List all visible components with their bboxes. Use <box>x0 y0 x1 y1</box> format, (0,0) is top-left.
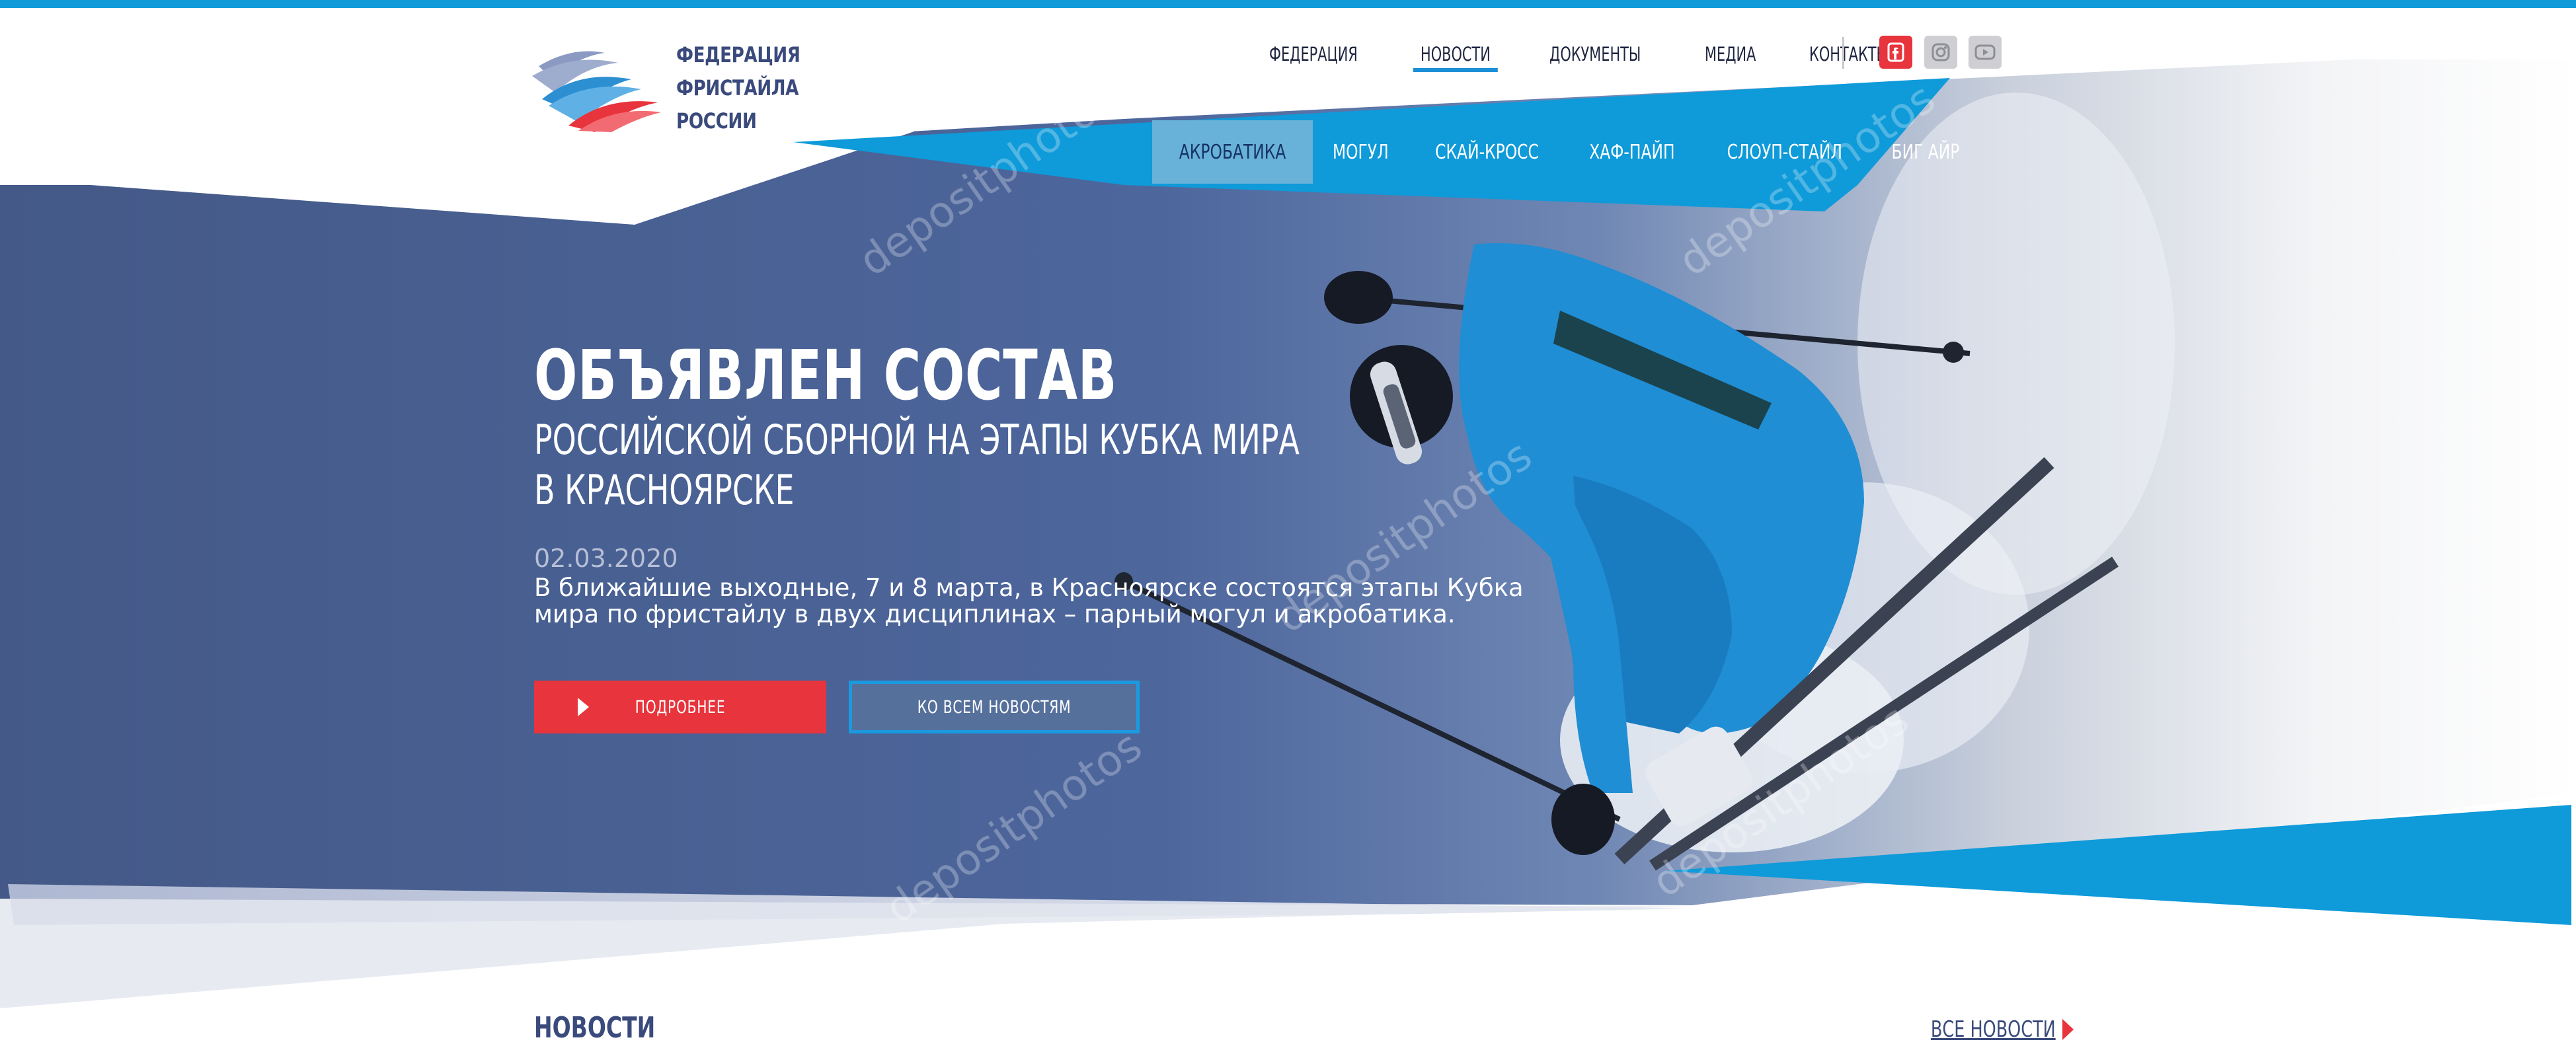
all-news-link[interactable]: ВСЕ НОВОСТИ <box>1889 1016 2074 1043</box>
logo-line-3: РОССИИ <box>676 108 757 133</box>
logo-line-2: ФРИСТАЙЛА <box>676 75 799 100</box>
hero-date: 02.03.2020 <box>534 544 678 573</box>
discipline-label: БИГ АЙР <box>1891 140 1960 164</box>
discipline-item-ski-cross[interactable]: СКАЙ-КРОСС <box>1409 120 1565 184</box>
hero-subtitle-line-2: В КРАСНОЯРСКЕ <box>534 466 795 514</box>
nav-item-media[interactable]: МЕДИА <box>1705 43 1756 65</box>
discipline-item-acrobatics[interactable]: АКРОБАТИКА <box>1152 120 1313 184</box>
discipline-label: АКРОБАТИКА <box>1179 140 1286 164</box>
discipline-label: ХАФ-ПАЙП <box>1589 140 1675 164</box>
nav-item-documents[interactable]: ДОКУМЕНТЫ <box>1549 43 1641 65</box>
discipline-label: СЛОУП-СТАЙЛ <box>1727 140 1842 164</box>
nav-item-contacts[interactable]: КОНТАКТЫ <box>1809 43 1889 65</box>
discipline-label: МОГУЛ <box>1333 140 1389 164</box>
discipline-item-slopestyle[interactable]: СЛОУП-СТАЙЛ <box>1699 120 1871 184</box>
top-accent-strip <box>0 0 2576 8</box>
more-button[interactable]: ПОДРОБНЕЕ <box>534 681 826 733</box>
top-navigation: ФЕДЕРАЦИЯ НОВОСТИ ДОКУМЕНТЫ МЕДИА КОНТАК… <box>1269 34 1949 74</box>
all-news-link-label: ВСЕ НОВОСТИ <box>1930 1016 2056 1043</box>
discipline-item-big-air[interactable]: БИГ АЙР <box>1870 120 1981 184</box>
hero-subtitle: РОССИЙСКОЙ СБОРНОЙ НА ЭТАПЫ КУБКА МИРА В… <box>534 415 1300 515</box>
all-news-button-label: КО ВСЕМ НОВОСТЯМ <box>917 696 1072 718</box>
discipline-label: СКАЙ-КРОСС <box>1434 140 1539 164</box>
hero-description: В ближайшие выходные, 7 и 8 марта, в Кра… <box>534 574 1524 628</box>
instagram-icon[interactable] <box>1924 36 1957 69</box>
logo-text: ФЕДЕРАЦИЯ ФРИСТАЙЛА РОССИИ <box>676 38 800 137</box>
all-news-button[interactable]: КО ВСЕМ НОВОСТЯМ <box>849 681 1140 733</box>
logo-line-1: ФЕДЕРАЦИЯ <box>676 42 800 67</box>
hero-title: ОБЪЯВЛЕН СОСТАВ <box>534 335 1118 416</box>
nav-divider <box>1842 37 1844 69</box>
youtube-icon[interactable] <box>1969 36 2002 69</box>
discipline-item-moguls[interactable]: МОГУЛ <box>1313 120 1409 184</box>
more-button-label: ПОДРОБНЕЕ <box>635 696 726 718</box>
logo-wings-icon <box>532 51 661 132</box>
federation-logo[interactable]: ФЕДЕРАЦИЯ ФРИСТАЙЛА РОССИИ <box>532 34 810 147</box>
discipline-navigation: АКРОБАТИКА МОГУЛ СКАЙ-КРОСС ХАФ-ПАЙП СЛО… <box>1152 120 1981 184</box>
play-triangle-icon <box>578 698 589 716</box>
news-section-title: НОВОСТИ <box>534 1011 656 1045</box>
nav-item-news[interactable]: НОВОСТИ <box>1413 43 1499 72</box>
nav-item-federation[interactable]: ФЕДЕРАЦИЯ <box>1269 43 1358 65</box>
arrow-right-icon <box>2062 1019 2074 1040</box>
facebook-icon[interactable] <box>1879 36 1912 69</box>
discipline-item-halfpipe[interactable]: ХАФ-ПАЙП <box>1565 120 1699 184</box>
hero-subtitle-line-1: РОССИЙСКОЙ СБОРНОЙ НА ЭТАПЫ КУБКА МИРА <box>534 416 1300 464</box>
